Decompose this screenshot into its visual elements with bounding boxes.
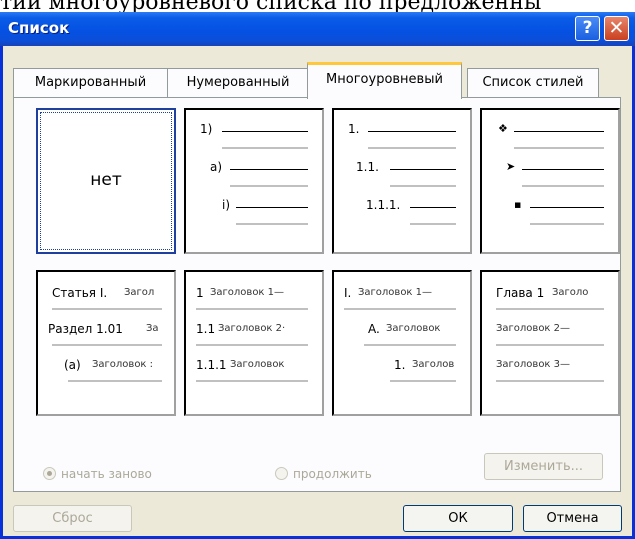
level-label: A. (368, 322, 380, 336)
cancel-button[interactable]: Отмена (523, 505, 622, 532)
level-label: (a) (64, 358, 81, 372)
level-label: 1.1 (196, 322, 216, 336)
heading-label: За (146, 323, 159, 334)
diamond-bullet-icon: ❖ (498, 122, 508, 135)
heading-label: Заголовок (230, 359, 285, 370)
heading-label: Загол (124, 287, 155, 298)
gallery-none[interactable]: нет (36, 108, 176, 254)
heading-label: Заголовок 1— (210, 287, 285, 298)
tab-multilevel[interactable]: Многоуровневый (307, 62, 462, 99)
level-label: Глава 1 (496, 286, 545, 300)
continue-numbering-option[interactable]: продолжить (275, 467, 372, 481)
level-label: a) (210, 160, 223, 174)
level-label: 1. (348, 122, 360, 136)
level-label: 1 (196, 286, 204, 300)
heading-label: Заголо (552, 287, 589, 298)
arrow-bullet-icon: ➤ (506, 160, 516, 173)
gallery-heading-numbered[interactable]: 1 Заголовок 1— 1.1 Заголовок 2· 1.1.1 Загол… (184, 270, 324, 416)
level-label: i) (222, 198, 231, 212)
title-bar[interactable]: Список ? ✕ (0, 12, 635, 46)
level-label: 1. (394, 358, 406, 372)
radio-checked-icon (43, 467, 56, 480)
heading-label: Заголовок (386, 323, 441, 334)
square-bullet-icon: ▪ (514, 198, 522, 211)
continue-numbering-label: продолжить (293, 467, 372, 481)
heading-label: Заголовок : (92, 359, 154, 370)
ok-button[interactable]: ОК (403, 505, 513, 532)
restart-numbering-option[interactable]: начать заново (43, 467, 152, 481)
level-label: 1.1. (356, 160, 379, 174)
help-button[interactable]: ? (575, 16, 600, 41)
gallery-numbered-paren[interactable]: 1) a) i) (184, 108, 324, 254)
level-label: Статья I. (52, 286, 108, 300)
none-label: нет (90, 170, 122, 190)
level-label: I. (344, 286, 352, 300)
gallery-chapter-headings[interactable]: Глава 1 Заголо Заголовок 2— Заголовок 3— (480, 270, 620, 416)
change-button[interactable]: Изменить... (484, 453, 603, 480)
radio-unchecked-icon (275, 467, 288, 480)
heading-label: Заголовок 2— (496, 323, 571, 334)
close-button[interactable]: ✕ (604, 16, 629, 41)
tab-numbered[interactable]: Нумерованный (167, 68, 309, 97)
gallery-decimal-legal[interactable]: 1. 1.1. 1.1.1. (332, 108, 472, 254)
tab-list-styles[interactable]: Список стилей (467, 68, 599, 97)
level-label: 1.1.1 (196, 358, 227, 372)
level-label: 1) (200, 122, 213, 136)
tab-bulleted[interactable]: Маркированный (13, 68, 168, 97)
restart-numbering-label: начать заново (61, 467, 152, 481)
gallery-bullets[interactable]: ❖ ➤ ▪ (480, 108, 620, 254)
dialog-title: Список (8, 19, 70, 37)
tab-panel: нет 1) a) i) 1. 1.1. 1.1.1. ❖ ➤ ▪ Статья… (13, 97, 621, 492)
level-label: 1.1.1. (366, 198, 401, 212)
heading-label: Заголовок 3— (496, 359, 571, 370)
reset-button[interactable]: Сброс (13, 505, 132, 532)
heading-label: Заголовок 1— (358, 287, 433, 298)
heading-label: Заголов (412, 359, 455, 370)
heading-label: Заголовок 2· (218, 323, 286, 334)
list-dialog: Список ? ✕ Маркированный Нумерованный Мн… (0, 12, 635, 539)
gallery-outline-headings[interactable]: I. Заголовок 1— A. Заголовок 1. Заголов (332, 270, 472, 416)
level-label: Раздел 1.01 (48, 322, 123, 336)
gallery-article-section[interactable]: Статья I. Загол Раздел 1.01 За (a) Заголово… (36, 270, 176, 416)
